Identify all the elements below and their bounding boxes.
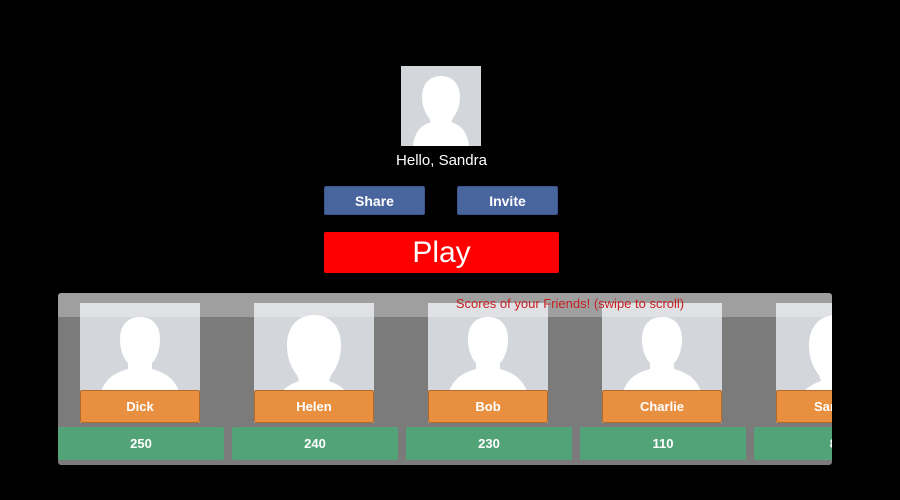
- friend-score: 240: [232, 427, 398, 460]
- friend-name: Dick: [80, 390, 200, 423]
- friend-card[interactable]: Helen 240: [232, 293, 398, 465]
- friend-score: 80: [754, 427, 832, 460]
- play-button[interactable]: Play: [324, 232, 559, 273]
- female-silhouette-icon: [413, 76, 469, 146]
- friend-name: Charlie: [602, 390, 722, 423]
- friend-card[interactable]: Bob 230: [406, 293, 572, 465]
- friends-list[interactable]: Dick 250 Helen 240 Bob 230 Charlie 110 S…: [58, 293, 832, 465]
- friend-name: Sandra: [776, 390, 832, 423]
- friend-card[interactable]: Dick 250: [58, 293, 224, 465]
- friend-score: 230: [406, 427, 572, 460]
- scoreboard-title: Scores of your Friends! (swipe to scroll…: [455, 296, 685, 311]
- player-avatar: [401, 66, 481, 146]
- friends-scoreboard[interactable]: Dick 250 Helen 240 Bob 230 Charlie 110 S…: [58, 293, 832, 465]
- invite-button[interactable]: Invite: [457, 186, 558, 215]
- friend-score: 110: [580, 427, 746, 460]
- friend-card[interactable]: Charlie 110: [580, 293, 746, 465]
- player-greeting: Hello, Sandra: [396, 152, 487, 169]
- friend-card[interactable]: Sandra 80: [754, 293, 832, 465]
- friend-name: Helen: [254, 390, 374, 423]
- friend-name: Bob: [428, 390, 548, 423]
- share-button[interactable]: Share: [324, 186, 425, 215]
- friend-score: 250: [58, 427, 224, 460]
